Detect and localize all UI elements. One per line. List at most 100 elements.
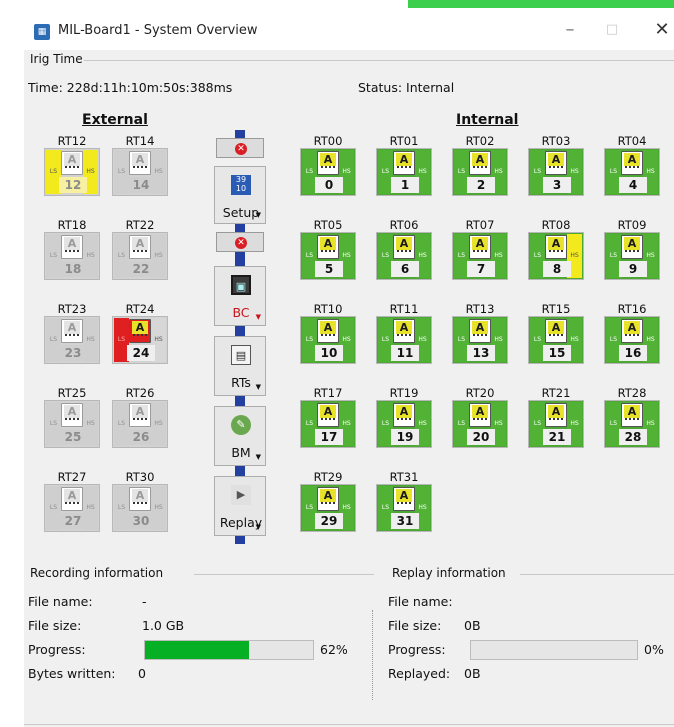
bc-button[interactable]: ▣ BC ▼: [214, 266, 266, 326]
rt-tile-rt16[interactable]: RT16 LS HS A 16: [600, 302, 664, 366]
rt-tile-rt20[interactable]: RT20 LS HS A 20: [448, 386, 512, 450]
rep-file-size: 0B: [464, 618, 481, 633]
rt-tile-rt30[interactable]: RT30 LS HS A 30: [108, 470, 172, 534]
rt-tile-rt29[interactable]: RT29 LS HS A 29: [296, 470, 360, 534]
rt-number: 31: [391, 513, 419, 529]
rt-label: RT13: [465, 302, 495, 316]
bm-button[interactable]: ✎ BM ▼: [214, 406, 266, 466]
rep-progress-text: 0%: [644, 642, 664, 657]
rt-number: 20: [467, 429, 495, 445]
info-separator: [372, 610, 373, 700]
rt-label: RT03: [541, 134, 571, 148]
rt-label: RT06: [389, 218, 419, 232]
rt-label: RT08: [541, 218, 571, 232]
rep-file-size-label: File size:: [388, 618, 442, 633]
terminal-icon: A: [61, 151, 83, 175]
replay-button[interactable]: ▶ Replay ▼: [214, 476, 266, 536]
terminal-icon: A: [393, 235, 415, 259]
rt-box: LS HS A 5: [300, 232, 356, 280]
rt-number: 16: [619, 345, 647, 361]
maximize-button[interactable]: □: [598, 18, 626, 42]
rt-tile-rt11[interactable]: RT11 LS HS A 11: [372, 302, 436, 366]
rt-tile-rt03[interactable]: RT03 LS HS A 3: [524, 134, 588, 198]
chevron-down-icon: ▼: [255, 453, 261, 461]
rec-file-name-label: File name:: [28, 594, 93, 609]
rt-label: RT24: [125, 302, 155, 316]
status-bar-divider: [24, 724, 674, 725]
rt-number: 26: [127, 429, 155, 445]
terminal-icon: A: [317, 403, 339, 427]
rt-box: LS HS A 24: [112, 316, 168, 364]
rt-tile-rt12[interactable]: RT12 LS HS A 12: [40, 134, 104, 198]
rt-tile-rt07[interactable]: RT07 LS HS A 7: [448, 218, 512, 282]
terminal-icon: A: [469, 319, 491, 343]
rt-tile-rt31[interactable]: RT31 LS HS A 31: [372, 470, 436, 534]
monitor-icon: ✎: [231, 415, 251, 435]
rt-box: LS HS A 19: [376, 400, 432, 448]
disconnect-icon[interactable]: ✕: [216, 138, 264, 158]
rep-replayed-label: Replayed:: [388, 666, 451, 681]
rt-box: LS HS A 10: [300, 316, 356, 364]
rt-tile-rt13[interactable]: RT13 LS HS A 13: [448, 302, 512, 366]
rt-tile-rt23[interactable]: RT23 LS HS A 23: [40, 302, 104, 366]
rt-tile-rt18[interactable]: RT18 LS HS A 18: [40, 218, 104, 282]
close-button[interactable]: ✕: [650, 18, 674, 42]
rt-number: 2: [467, 177, 495, 193]
terminal-icon: A: [393, 319, 415, 343]
system-overview-panel: Irig Time Time: 228d:11h:10m:50s:388ms S…: [24, 50, 674, 727]
rt-tile-rt15[interactable]: RT15 LS HS A 15: [524, 302, 588, 366]
rt-label: RT22: [125, 218, 155, 232]
rt-tile-rt28[interactable]: RT28 LS HS A 28: [600, 386, 664, 450]
terminal-icon: A: [393, 403, 415, 427]
rt-tile-rt06[interactable]: RT06 LS HS A 6: [372, 218, 436, 282]
rt-tile-rt10[interactable]: RT10 LS HS A 10: [296, 302, 360, 366]
rt-box: LS HS A 13: [452, 316, 508, 364]
external-heading: External: [82, 112, 148, 128]
rt-tile-rt21[interactable]: RT21 LS HS A 21: [524, 386, 588, 450]
rt-box: LS HS A 17: [300, 400, 356, 448]
calendar-icon: 39 10: [231, 175, 251, 195]
rt-tile-rt19[interactable]: RT19 LS HS A 19: [372, 386, 436, 450]
minimize-button[interactable]: –: [556, 18, 584, 42]
rt-tile-rt04[interactable]: RT04 LS HS A 4: [600, 134, 664, 198]
setup-button[interactable]: 39 10 Setup ▼: [214, 166, 266, 224]
rt-tile-rt22[interactable]: RT22 LS HS A 22: [108, 218, 172, 282]
rt-box: LS HS A 21: [528, 400, 584, 448]
terminal-icon: A: [545, 151, 567, 175]
bus-line: [235, 252, 245, 266]
rt-number: 21: [543, 429, 571, 445]
terminal-icon: A: [129, 403, 151, 427]
rt-tile-rt01[interactable]: RT01 LS HS A 1: [372, 134, 436, 198]
rt-label: RT02: [465, 134, 495, 148]
replay-icon: ▶: [231, 485, 251, 505]
rt-tile-rt09[interactable]: RT09 LS HS A 9: [600, 218, 664, 282]
rt-tile-rt02[interactable]: RT02 LS HS A 2: [448, 134, 512, 198]
recording-divider: [194, 574, 374, 575]
rt-tile-rt05[interactable]: RT05 LS HS A 5: [296, 218, 360, 282]
rt-box: LS HS A 22: [112, 232, 168, 280]
disconnect-icon[interactable]: ✕: [216, 232, 264, 252]
terminal-icon: A: [393, 151, 415, 175]
replay-divider: [520, 574, 674, 575]
rt-label: RT05: [313, 218, 343, 232]
rt-number: 22: [127, 261, 155, 277]
rec-bytes: 0: [138, 666, 146, 681]
rt-label: RT01: [389, 134, 419, 148]
rt-tile-rt25[interactable]: RT25 LS HS A 25: [40, 386, 104, 450]
rts-button[interactable]: ▤ RTs ▼: [214, 336, 266, 396]
terminal-icon: A: [545, 403, 567, 427]
terminal-icon: A: [317, 319, 339, 343]
rt-tile-rt00[interactable]: RT00 LS HS A 0: [296, 134, 360, 198]
rt-tile-rt26[interactable]: RT26 LS HS A 26: [108, 386, 172, 450]
rec-progress-text: 62%: [320, 642, 348, 657]
rt-number: 13: [467, 345, 495, 361]
rt-tile-rt08[interactable]: RT08 LS HS A 8: [524, 218, 588, 282]
rt-tile-rt27[interactable]: RT27 LS HS A 27: [40, 470, 104, 534]
rt-number: 25: [59, 429, 87, 445]
rt-tile-rt24[interactable]: RT24 LS HS A 24: [108, 302, 172, 366]
terminal-icon: A: [61, 235, 83, 259]
rt-tile-rt17[interactable]: RT17 LS HS A 17: [296, 386, 360, 450]
rt-tile-rt14[interactable]: RT14 LS HS A 14: [108, 134, 172, 198]
rt-number: 18: [59, 261, 87, 277]
rt-number: 24: [127, 345, 155, 361]
